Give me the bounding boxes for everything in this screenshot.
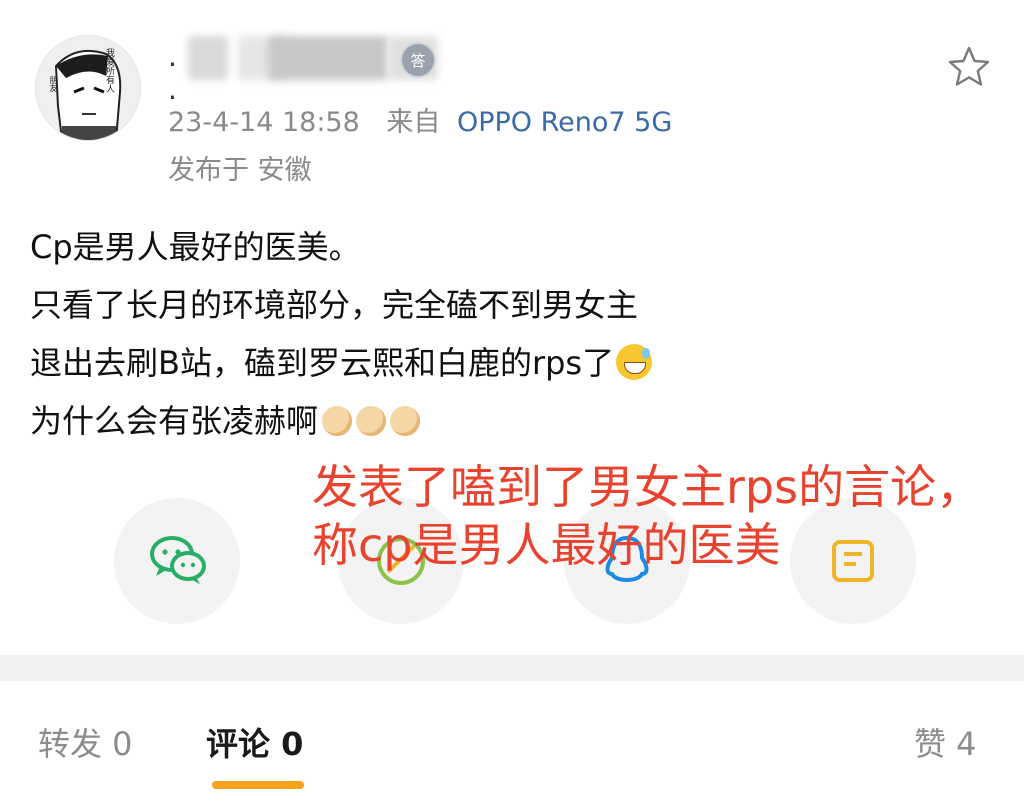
post-line: 只看了长月的环境部分，完全磕不到男女主 (30, 286, 639, 324)
star-icon[interactable] (946, 44, 992, 90)
tab-repost[interactable]: 转发 0 (38, 719, 133, 765)
post-line: 为什么会有张凌赫啊 (30, 392, 790, 450)
post-line: 退出去刷B站，磕到罗云熙和白鹿的rps了 (30, 334, 790, 392)
tab-comment[interactable]: 评论 0 (206, 719, 303, 765)
tab-like[interactable]: 赞 4 (914, 719, 977, 765)
device-link[interactable]: OPPO Reno7 5G (457, 107, 672, 138)
username-blur (188, 36, 228, 80)
post-line-text: 退出去刷B站，磕到罗云熙和白鹿的rps了 (30, 344, 615, 382)
username-visible-text: . . (168, 40, 177, 106)
avatar-caption-secondary: 朋友 (49, 76, 58, 92)
share-wechat-button[interactable] (114, 498, 240, 624)
source-prefix: 来自 (386, 107, 441, 138)
annotation-caption: 发表了嗑到了男女主rps的言论，称cp是男人最好的医美 (312, 460, 983, 572)
post-text: Cp是男人最好的医美。 只看了长月的环境部分，完全磕不到男女主 退出去刷B站，磕… (30, 218, 790, 450)
fist-emoji-icon (390, 406, 421, 436)
sweat-smile-emoji-icon (616, 344, 653, 380)
post-line-text: 为什么会有张凌赫啊 (30, 402, 319, 440)
post-line: Cp是男人最好的医美。 (30, 228, 361, 266)
interaction-tabs: 转发 0 评论 0 赞 4 (0, 681, 1024, 809)
timestamp: 23-4-14 18:58 (168, 107, 360, 138)
wechat-icon (150, 536, 206, 584)
active-tab-indicator (212, 781, 304, 789)
location: 发布于 安徽 (168, 155, 312, 186)
badge-icon: 答 (400, 42, 436, 78)
fist-emoji-icon (356, 406, 387, 436)
fist-emoji-icon (322, 406, 353, 436)
username-blur (268, 36, 388, 80)
avatar[interactable]: 我爱所有人 朋友 (36, 36, 140, 140)
section-divider (0, 655, 1024, 681)
avatar-caption: 我爱所有人 (104, 48, 114, 93)
post-meta: 23-4-14 18:58 来自 OPPO Reno7 5G (168, 100, 672, 139)
